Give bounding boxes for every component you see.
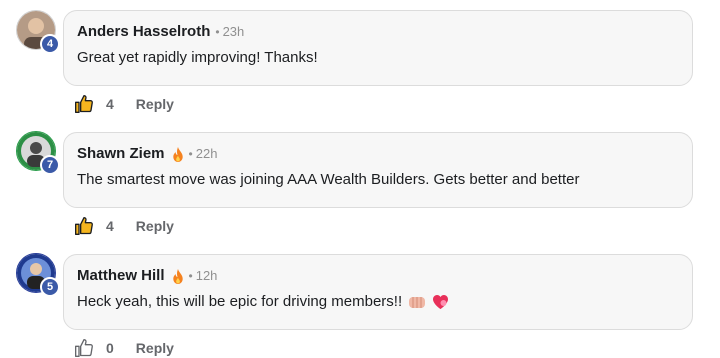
timestamp[interactable]: 12h <box>196 266 218 286</box>
like-button[interactable]: 4 <box>74 94 114 114</box>
author-name[interactable]: Anders Hasselroth <box>77 22 210 42</box>
reply-button[interactable]: Reply <box>136 340 174 356</box>
comment-text: Heck yeah, this will be epic for driving… <box>77 293 403 310</box>
reply-button[interactable]: Reply <box>136 218 174 234</box>
level-badge: 4 <box>40 34 60 54</box>
reply-button[interactable]: Reply <box>136 96 174 112</box>
author-name[interactable]: Matthew Hill <box>77 266 165 286</box>
fist-bump-icon <box>409 297 426 308</box>
fire-icon <box>172 268 183 284</box>
comment-bubble: Matthew Hill • 12h Heck yeah, this will … <box>63 254 693 330</box>
comment-text-row: Heck yeah, this will be epic for driving… <box>77 292 692 312</box>
like-count: 4 <box>106 96 114 112</box>
like-count: 0 <box>106 340 114 356</box>
thumbs-up-icon <box>75 217 93 235</box>
thumbs-up-icon <box>75 339 93 357</box>
comment-bubble: Shawn Ziem • 22h The smartest move was j… <box>63 132 693 208</box>
level-badge: 7 <box>40 155 60 175</box>
thumbs-up-icon <box>75 95 93 114</box>
like-count: 4 <box>106 218 114 234</box>
level-badge: 5 <box>40 277 60 297</box>
fire-icon <box>172 146 183 162</box>
separator: • <box>188 147 193 161</box>
like-button[interactable]: 0 <box>74 338 114 358</box>
timestamp[interactable]: 22h <box>196 144 218 164</box>
separator: • <box>215 25 220 39</box>
avatar[interactable]: 5 <box>16 253 60 297</box>
comment-bubble: Anders Hasselroth • 23h Great yet rapidl… <box>63 10 693 86</box>
author-name[interactable]: Shawn Ziem <box>77 144 165 164</box>
comment-text: Great yet rapidly improving! Thanks! <box>77 49 318 66</box>
comment-text: The smartest move was joining AAA Wealth… <box>77 171 580 188</box>
avatar[interactable]: 7 <box>16 131 60 175</box>
heart-icon <box>433 295 449 309</box>
timestamp[interactable]: 23h <box>223 22 245 42</box>
avatar[interactable]: 4 <box>16 10 60 54</box>
like-button[interactable]: 4 <box>74 216 114 236</box>
separator: • <box>188 269 193 283</box>
